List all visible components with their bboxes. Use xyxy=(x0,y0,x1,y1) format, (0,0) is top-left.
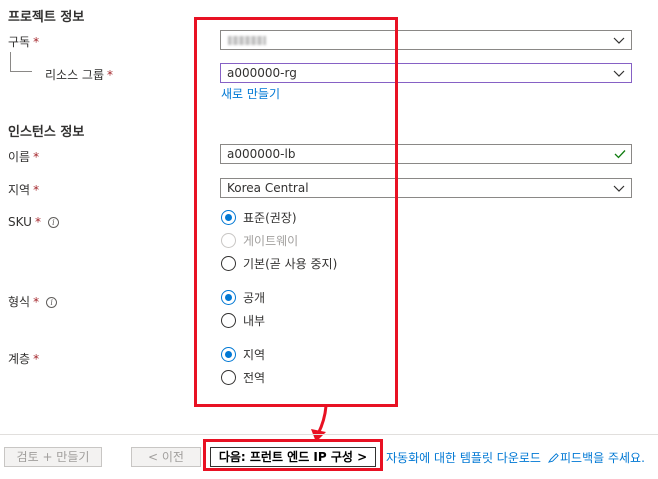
previous-button[interactable]: < 이전 xyxy=(131,447,201,467)
tree-connector xyxy=(10,52,32,72)
chevron-down-icon xyxy=(613,70,625,77)
sku-option-gateway: 게이트웨이 xyxy=(221,232,298,249)
name-label: 이름 * xyxy=(8,150,40,164)
tier-label: 계층 * xyxy=(8,352,40,366)
sku-option-standard[interactable]: 표준(권장) xyxy=(221,209,297,226)
instance-details-heading: 인스턴스 정보 xyxy=(8,125,85,140)
info-icon[interactable]: i xyxy=(46,297,58,308)
chevron-down-icon xyxy=(613,37,625,44)
resource-group-select[interactable]: a000000-rg xyxy=(220,63,632,83)
radio-disabled-icon xyxy=(221,233,236,248)
type-option-public[interactable]: 공개 xyxy=(221,289,265,306)
feedback-icon xyxy=(548,453,559,463)
radio-unselected-icon xyxy=(221,370,236,385)
required-marker: * xyxy=(33,352,40,366)
region-select[interactable]: Korea Central xyxy=(220,178,632,198)
chevron-down-icon xyxy=(613,185,625,192)
next-frontend-ip-button[interactable]: 다음: 프런트 엔드 IP 구성 > xyxy=(210,447,376,467)
download-template-link[interactable]: 자동화에 대한 템플릿 다운로드 xyxy=(386,449,541,466)
review-create-button[interactable]: 검토 + 만들기 xyxy=(4,447,102,467)
required-marker: * xyxy=(33,150,40,164)
type-option-internal[interactable]: 내부 xyxy=(221,312,265,329)
subscription-select[interactable] xyxy=(220,30,632,50)
tier-option-regional[interactable]: 지역 xyxy=(221,346,265,363)
tier-option-global[interactable]: 전역 xyxy=(221,369,265,386)
sku-label: SKU * i xyxy=(8,215,59,229)
required-marker: * xyxy=(34,215,41,229)
required-marker: * xyxy=(33,35,40,49)
type-label: 형식 * i xyxy=(8,293,58,310)
required-marker: * xyxy=(107,68,114,82)
resource-group-label: 리소스 그룹 * xyxy=(45,68,114,82)
create-new-link[interactable]: 새로 만들기 xyxy=(221,85,280,102)
sku-option-basic[interactable]: 기본(곧 사용 중지) xyxy=(221,255,337,272)
blurred-subscription-value xyxy=(228,36,266,45)
radio-selected-icon xyxy=(221,210,236,225)
feedback-link[interactable]: 피드백을 주세요. xyxy=(548,449,645,466)
required-marker: * xyxy=(33,295,40,309)
footer-divider xyxy=(0,434,658,435)
name-input[interactable]: a000000-lb xyxy=(220,144,632,164)
region-label: 지역 * xyxy=(8,183,40,197)
radio-selected-icon xyxy=(221,347,236,362)
info-icon[interactable]: i xyxy=(47,217,59,228)
radio-unselected-icon xyxy=(221,313,236,328)
arrow-down-icon xyxy=(311,405,328,442)
project-details-heading: 프로젝트 정보 xyxy=(8,10,85,25)
subscription-label: 구독 * xyxy=(8,35,40,49)
checkmark-icon xyxy=(614,150,626,159)
radio-selected-icon xyxy=(221,290,236,305)
radio-unselected-icon xyxy=(221,256,236,271)
required-marker: * xyxy=(33,183,40,197)
